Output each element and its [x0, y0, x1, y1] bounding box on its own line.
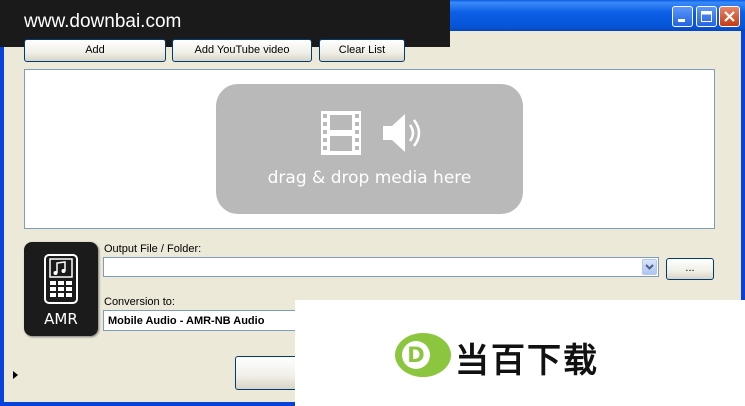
conversion-label: Conversion to: — [104, 296, 175, 308]
film-icon — [321, 111, 361, 155]
chevron-down-icon — [645, 264, 654, 270]
drop-hint-text: drag & drop media here — [267, 168, 472, 188]
clear-list-button[interactable]: Clear List — [319, 39, 405, 62]
close-icon — [724, 11, 735, 22]
media-drop-zone[interactable]: drag & drop media here — [24, 69, 715, 229]
maximize-button[interactable] — [696, 6, 717, 27]
minimize-button[interactable] — [672, 6, 693, 27]
add-youtube-video-button[interactable]: Add YouTube video — [172, 39, 312, 62]
conversion-format-select[interactable]: Mobile Audio - AMR-NB Audio — [103, 310, 303, 331]
promo-text: 当百下载 — [455, 341, 599, 381]
maximize-icon — [701, 11, 712, 22]
speaker-icon — [383, 114, 421, 152]
conversion-format-value: Mobile Audio - AMR-NB Audio — [108, 315, 265, 327]
drop-hint-card: drag & drop media here — [216, 84, 523, 214]
format-label: AMR — [44, 310, 78, 328]
output-folder-label: Output File / Folder: — [104, 243, 202, 255]
promo-overlay: D 当百下载 — [295, 300, 745, 406]
promo-logo-letter: D — [407, 343, 424, 367]
add-button[interactable]: Add — [24, 39, 166, 62]
promo-logo-icon: D — [395, 333, 451, 377]
mobile-phone-music-icon — [44, 254, 78, 304]
browse-button[interactable]: ... — [666, 258, 714, 280]
expand-arrow-icon[interactable] — [13, 371, 18, 379]
close-button[interactable] — [719, 6, 740, 27]
minimize-icon — [678, 19, 685, 22]
output-folder-dropdown-button[interactable] — [642, 259, 657, 275]
output-format-badge[interactable]: AMR — [24, 242, 98, 336]
output-folder-combobox[interactable] — [103, 257, 659, 277]
watermark-text: www.downbai.com — [24, 11, 182, 32]
